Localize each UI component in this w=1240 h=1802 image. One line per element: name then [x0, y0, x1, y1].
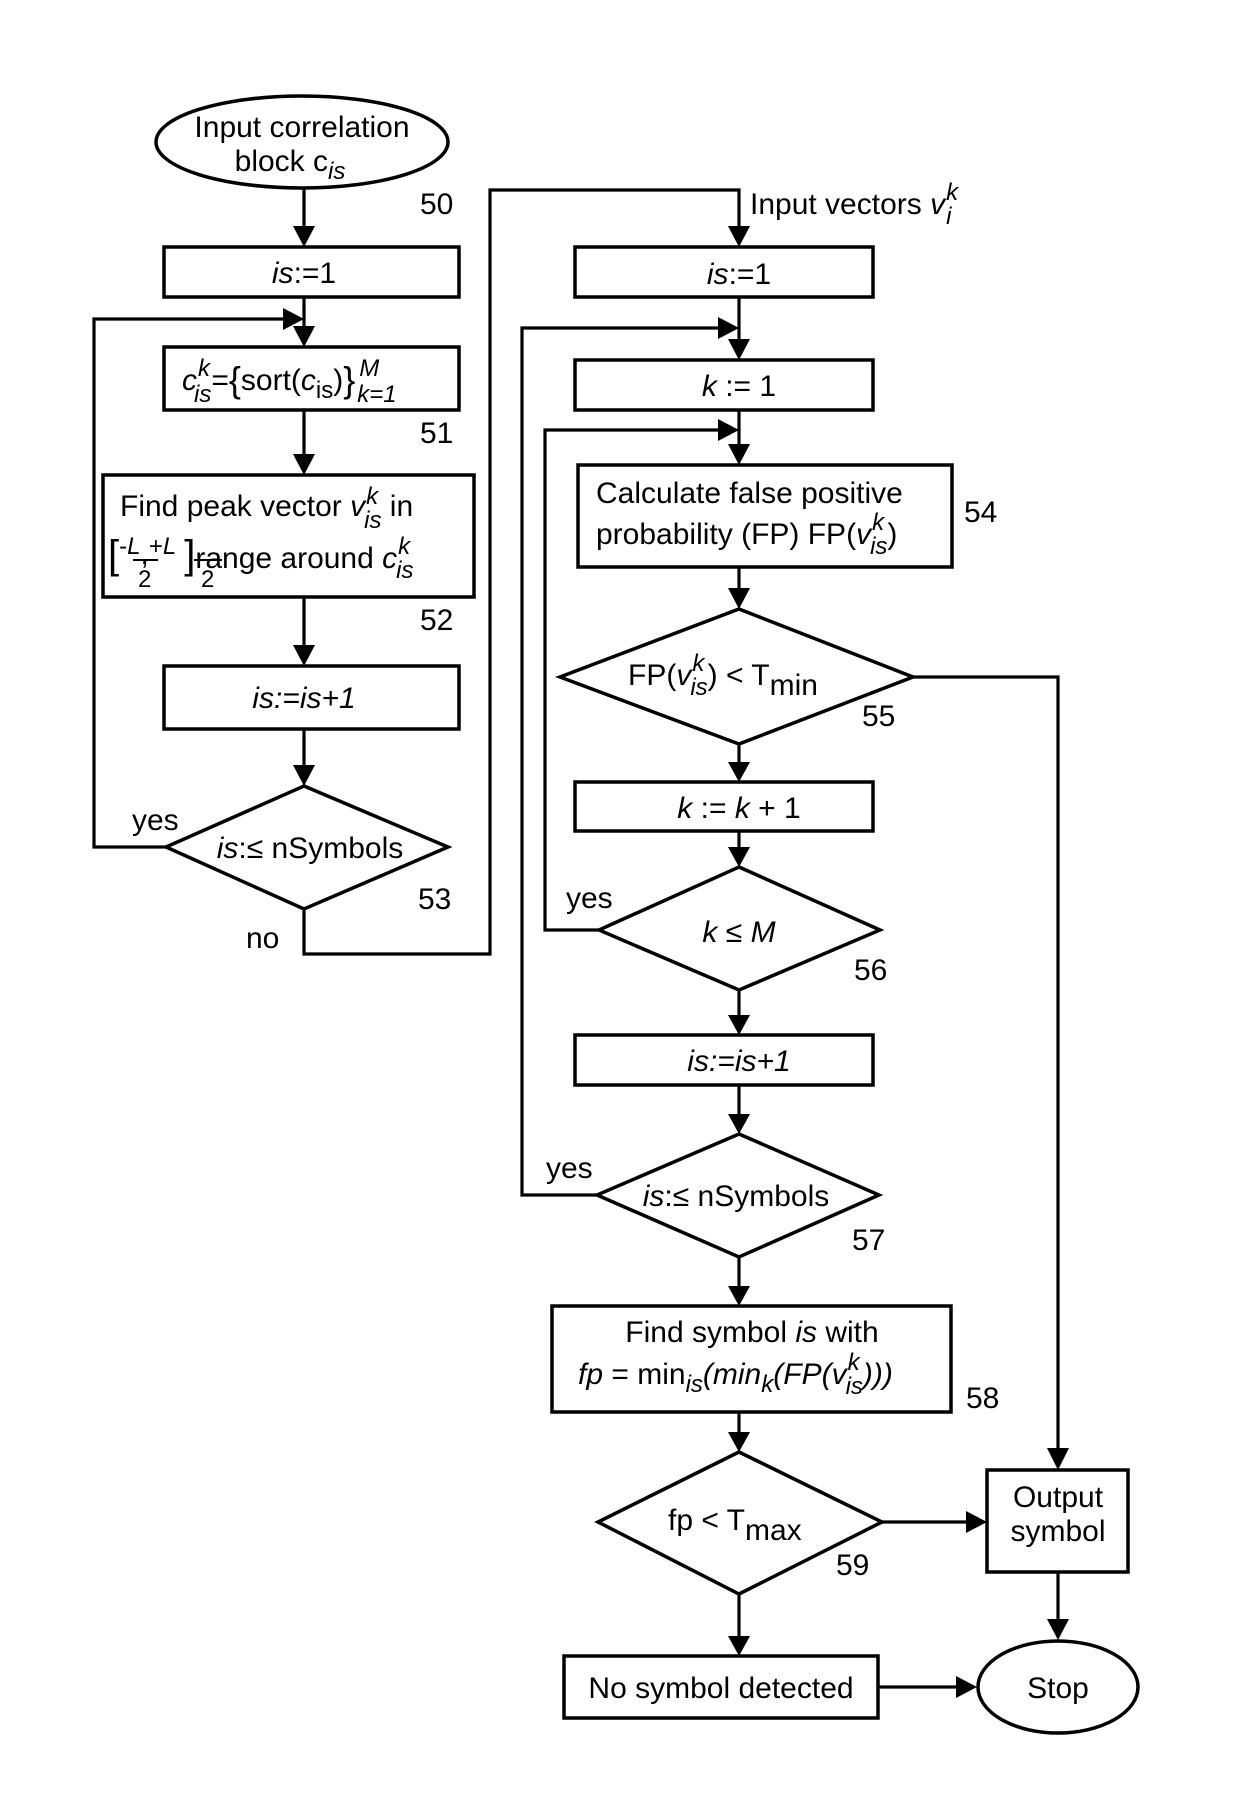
arrowhead [293, 326, 315, 347]
arrowhead [956, 1676, 977, 1698]
flowchart: Input correlation block cis 50 is:=1 ck i… [92, 94, 1140, 1735]
node-59-decision: fp < Tmax 59 [594, 1450, 886, 1596]
svg-text:is:=is+1: is:=is+1 [687, 1045, 790, 1078]
ref-52: 52 [420, 604, 453, 637]
svg-text:k ≤ M: k ≤ M [702, 916, 775, 949]
node-56-decision: k ≤ M 56 yes [566, 865, 887, 992]
yes-label: yes [546, 1152, 593, 1185]
svg-text:No symbol detected: No symbol detected [588, 1672, 853, 1705]
arrowhead [718, 317, 739, 339]
node-51-sort: ck is={sort(cis)} Mk=1 51 [162, 345, 461, 450]
svg-text:k := 1: k := 1 [702, 370, 776, 403]
svg-text:symbol: symbol [1010, 1515, 1105, 1548]
ref-50: 50 [420, 188, 453, 221]
node-k-init: k := 1 [573, 358, 875, 412]
ref-54: 54 [964, 496, 997, 529]
ref-58: 58 [966, 1382, 999, 1415]
start-label-line1: Input correlation [194, 111, 409, 144]
ref-55: 55 [862, 700, 895, 733]
arrowhead [293, 454, 315, 475]
arrowhead [728, 762, 750, 782]
arrowhead [1047, 1619, 1069, 1640]
svg-text:Output: Output [1013, 1481, 1104, 1514]
arrowhead [728, 1114, 750, 1134]
yes-label: yes [566, 882, 613, 915]
svg-text:2: 2 [201, 566, 214, 593]
svg-text:Calculate false positive: Calculate false positive [596, 477, 903, 510]
svg-text:is:≤ nSymbols: is:≤ nSymbols [643, 1180, 830, 1213]
svg-text:is:=1: is:=1 [272, 257, 336, 290]
svg-text:k := k + 1: k := k + 1 [677, 792, 800, 825]
svg-text:is:≤ nSymbols: is:≤ nSymbols [217, 832, 404, 865]
node-is-init-right: is:=1 [573, 245, 875, 299]
arrowhead [728, 847, 750, 867]
node-is-init-left: is:=1 [162, 245, 461, 299]
arrowhead [1047, 1448, 1069, 1470]
arrowhead [293, 765, 315, 786]
no-label: no [246, 922, 279, 955]
ref-53: 53 [418, 883, 451, 916]
arrowhead [728, 1286, 750, 1306]
svg-text:2: 2 [138, 566, 151, 593]
node-increment-left: is:=is+1 [162, 664, 461, 731]
arrowhead [966, 1511, 987, 1533]
node-k-increment: k := k + 1 [573, 780, 875, 833]
arrowhead [728, 1432, 750, 1452]
input-vectors-label: Input vectors vk i [750, 179, 960, 230]
arrowhead [728, 1636, 750, 1656]
node-57-decision: is:≤ nSymbols 57 yes [546, 1132, 885, 1259]
ref-59: 59 [836, 1549, 869, 1582]
node-increment-right: is:=is+1 [573, 1033, 875, 1087]
arrowhead [293, 645, 315, 666]
svg-text:is:=1: is:=1 [707, 258, 771, 291]
node-stop: Stop [976, 1639, 1140, 1735]
arrowhead [728, 1015, 750, 1035]
arrowhead [728, 444, 750, 465]
yes-label: yes [132, 804, 179, 837]
node-54-calc-fp: Calculate false positive probability (FP… [576, 463, 997, 569]
node-52-find-peak: Find peak vector vk is in [-L,+L]range ar… [101, 473, 476, 637]
arrowhead [728, 588, 750, 609]
node-58-find-symbol: Find symbol is with fp = minis(mink(FP(v… [550, 1304, 999, 1415]
arrowhead [718, 419, 739, 441]
connectors [92, 188, 1069, 1698]
node-55-decision: FP(vk is) < Tmin 55 [555, 607, 918, 746]
ref-56: 56 [854, 954, 887, 987]
start-label-line2: block c [235, 145, 328, 178]
svg-text:Stop: Stop [1027, 1672, 1089, 1705]
node-53-decision: is:≤ nSymbols 53 yes no [132, 784, 453, 955]
arrowhead [728, 339, 750, 360]
svg-text:is:=is+1: is:=is+1 [252, 682, 355, 715]
svg-text:Find symbol is with: Find symbol is with [625, 1316, 878, 1349]
ref-57: 57 [852, 1224, 885, 1257]
ref-51: 51 [420, 417, 453, 450]
node-no-symbol: No symbol detected [562, 1654, 880, 1720]
node-output-symbol: Output symbol [985, 1468, 1130, 1574]
arrowhead [293, 226, 315, 247]
arrowhead [728, 226, 750, 247]
